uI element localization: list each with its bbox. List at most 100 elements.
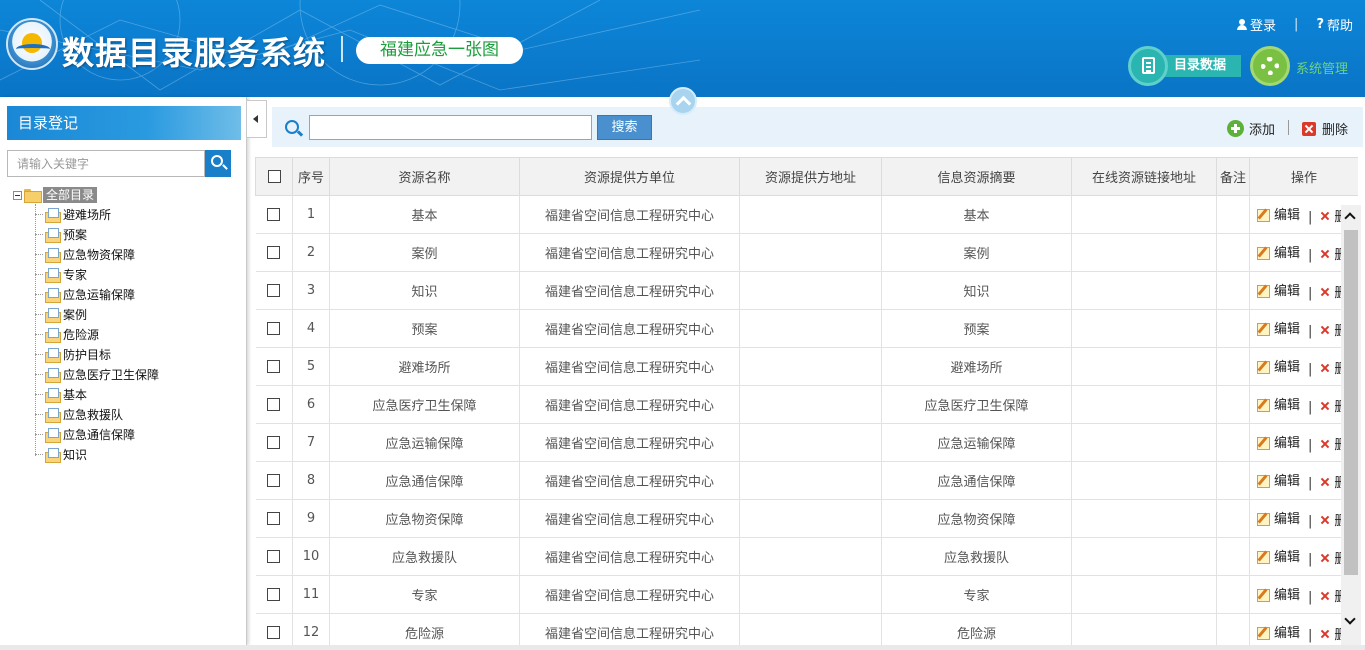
tree-node[interactable]: 应急通信保障	[35, 424, 159, 444]
edit-icon	[1256, 549, 1270, 564]
resource-summary: 案例	[881, 233, 1072, 272]
table-scrollbar[interactable]	[1341, 205, 1361, 645]
table-row[interactable]: 9应急物资保障福建省空间信息工程研究中心应急物资保障编辑|删除	[255, 499, 1358, 538]
search-button[interactable]: 搜索	[597, 115, 652, 140]
add-button[interactable]: 添加	[1227, 119, 1275, 138]
tree-node[interactable]: 危险源	[35, 324, 159, 344]
column-header[interactable]: 资源名称	[329, 157, 520, 196]
scroll-down-icon[interactable]	[1344, 613, 1356, 625]
resource-address	[739, 233, 882, 272]
row-checkbox[interactable]	[267, 246, 281, 259]
edit-button[interactable]: 编辑	[1256, 204, 1300, 223]
edit-button[interactable]: 编辑	[1256, 508, 1300, 527]
nav-system-admin[interactable]: 系统管理	[1250, 46, 1360, 86]
subtitle-badge[interactable]: 福建应急一张图	[356, 37, 523, 64]
bottom-border	[0, 645, 1365, 650]
row-checkbox[interactable]	[267, 360, 281, 373]
tree-node-label: 应急救援队	[63, 407, 124, 422]
row-select-cell	[255, 233, 293, 272]
delete-icon	[1320, 439, 1330, 449]
table-row[interactable]: 12危险源福建省空间信息工程研究中心危险源编辑|删除	[255, 613, 1358, 645]
edit-button[interactable]: 编辑	[1256, 432, 1300, 451]
edit-icon	[1256, 321, 1270, 336]
tree-node[interactable]: 预案	[35, 224, 159, 244]
delete-button[interactable]: 删除	[1302, 119, 1348, 138]
scroll-thumb[interactable]	[1344, 230, 1358, 575]
table-row[interactable]: 10应急救援队福建省空间信息工程研究中心应急救援队编辑|删除	[255, 537, 1358, 576]
tree-root-node[interactable]: 全部目录	[13, 186, 159, 204]
scroll-up-icon[interactable]	[1344, 212, 1356, 224]
column-header[interactable]: 资源提供方单位	[519, 157, 740, 196]
folder-document-icon	[45, 287, 61, 303]
tree-node[interactable]: 应急物资保障	[35, 244, 159, 264]
nav-catalog-data[interactable]: 目录数据	[1128, 46, 1241, 86]
collapse-toggle-icon[interactable]	[13, 190, 22, 200]
row-checkbox[interactable]	[267, 284, 281, 297]
resource-link	[1071, 309, 1217, 348]
resource-search-input[interactable]	[309, 115, 592, 140]
select-all-checkbox[interactable]	[267, 170, 281, 183]
edit-button[interactable]: 编辑	[1256, 584, 1300, 603]
row-select-cell	[255, 271, 293, 310]
row-checkbox[interactable]	[267, 322, 281, 335]
resource-name: 应急通信保障	[329, 461, 520, 500]
column-header[interactable]: 在线资源链接地址	[1071, 157, 1217, 196]
table-row[interactable]: 2案例福建省空间信息工程研究中心案例编辑|删除	[255, 233, 1358, 272]
keyword-search-input[interactable]	[7, 150, 205, 177]
edit-label: 编辑	[1274, 436, 1301, 451]
table-row[interactable]: 5避难场所福建省空间信息工程研究中心避难场所编辑|删除	[255, 347, 1358, 386]
tree-node[interactable]: 应急医疗卫生保障	[35, 364, 159, 384]
column-header[interactable]: 备注	[1216, 157, 1250, 196]
edit-button[interactable]: 编辑	[1256, 356, 1300, 375]
row-checkbox[interactable]	[267, 512, 281, 525]
edit-button[interactable]: 编辑	[1256, 280, 1300, 299]
folder-document-icon	[45, 447, 61, 463]
gear-icon	[1250, 46, 1290, 86]
folder-document-icon	[45, 247, 61, 263]
tree-node[interactable]: 案例	[35, 304, 159, 324]
column-header[interactable]: 资源提供方地址	[739, 157, 882, 196]
tree-node[interactable]: 应急救援队	[35, 404, 159, 424]
tree-node-label: 避难场所	[63, 207, 112, 222]
table-row[interactable]: 3知识福建省空间信息工程研究中心知识编辑|删除	[255, 271, 1358, 310]
tree-node[interactable]: 专家	[35, 264, 159, 284]
tree-node[interactable]: 应急运输保障	[35, 284, 159, 304]
edit-button[interactable]: 编辑	[1256, 242, 1300, 261]
row-checkbox[interactable]	[267, 588, 281, 601]
edit-button[interactable]: 编辑	[1256, 546, 1300, 565]
resource-summary: 专家	[881, 575, 1072, 614]
tree-node[interactable]: 防护目标	[35, 344, 159, 364]
help-link[interactable]: ? 帮助	[1316, 15, 1353, 34]
resource-summary: 基本	[881, 195, 1072, 234]
row-checkbox[interactable]	[267, 474, 281, 487]
row-checkbox[interactable]	[267, 208, 281, 221]
row-checkbox[interactable]	[267, 626, 281, 639]
table-row[interactable]: 11专家福建省空间信息工程研究中心专家编辑|删除	[255, 575, 1358, 614]
sidebar-search-button[interactable]	[205, 150, 231, 177]
action-separator: |	[1308, 209, 1313, 225]
column-header[interactable]: 信息资源摘要	[881, 157, 1072, 196]
table-row[interactable]: 1基本福建省空间信息工程研究中心基本编辑|删除	[255, 195, 1358, 234]
row-checkbox[interactable]	[267, 550, 281, 563]
collapse-header-button[interactable]	[669, 87, 697, 115]
table-row[interactable]: 7应急运输保障福建省空间信息工程研究中心应急运输保障编辑|删除	[255, 423, 1358, 462]
edit-button[interactable]: 编辑	[1256, 622, 1300, 641]
row-checkbox[interactable]	[267, 398, 281, 411]
tree-node[interactable]: 避难场所	[35, 204, 159, 224]
table-row[interactable]: 8应急通信保障福建省空间信息工程研究中心应急通信保障编辑|删除	[255, 461, 1358, 500]
login-link[interactable]: 登录	[1237, 15, 1276, 34]
resource-address	[739, 461, 882, 500]
row-checkbox[interactable]	[267, 436, 281, 449]
edit-button[interactable]: 编辑	[1256, 318, 1300, 337]
edit-button[interactable]: 编辑	[1256, 470, 1300, 489]
collapse-sidebar-button[interactable]	[247, 100, 267, 138]
resource-summary: 应急医疗卫生保障	[881, 385, 1072, 424]
tree-node[interactable]: 知识	[35, 444, 159, 464]
table-row[interactable]: 6应急医疗卫生保障福建省空间信息工程研究中心应急医疗卫生保障编辑|删除	[255, 385, 1358, 424]
nav-catalog-data-label: 目录数据	[1160, 55, 1241, 77]
tree-node[interactable]: 基本	[35, 384, 159, 404]
column-header[interactable]: 序号	[292, 157, 330, 196]
table-row[interactable]: 4预案福建省空间信息工程研究中心预案编辑|删除	[255, 309, 1358, 348]
resource-provider: 福建省空间信息工程研究中心	[519, 385, 740, 424]
edit-button[interactable]: 编辑	[1256, 394, 1300, 413]
